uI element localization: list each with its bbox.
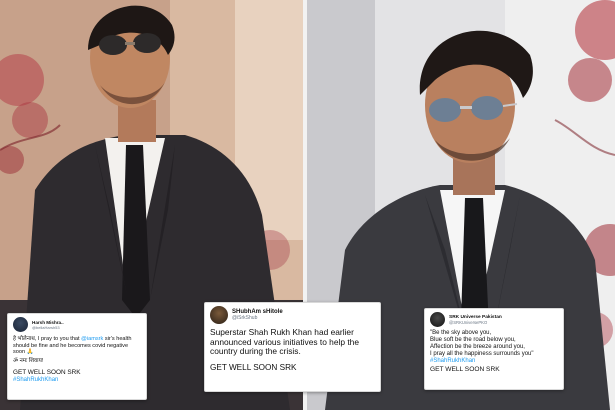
- hashtag-link: #ShahRukhKhan: [430, 358, 476, 365]
- mention-link: @iamsrk: [81, 336, 104, 342]
- tweet-text-line: Affection be the breeze around you,: [430, 344, 525, 351]
- tweet-card: SHubhAm sHitole @iSrkShub Superstar Shah…: [204, 302, 381, 392]
- tweet-text-line: Blue soft be the road below you,: [430, 337, 516, 344]
- hashtag-link: #ShahRukhKhan: [13, 376, 59, 383]
- tweet-author-handle: @iSrkShub: [232, 315, 258, 321]
- tweet-text: Superstar Shah Rukh Khan had earlier ann…: [210, 327, 359, 357]
- tweet-card: Harsh Mishra.. @bellaHarsh53 हे भोलेनाथ,…: [7, 313, 147, 400]
- tweet-closing: GET WELL SOON SRK: [13, 369, 81, 377]
- tweet-body: हे भोलेनाथ, I pray to you that @iamsrk s…: [13, 336, 141, 364]
- tweet-text-line: हे भोलेनाथ, I pray to you that: [13, 336, 80, 342]
- tweet-header: Harsh Mishra.. @bellaHarsh53: [13, 317, 141, 332]
- collage-image: Harsh Mishra.. @bellaHarsh53 हे भोलेनाथ,…: [0, 0, 615, 410]
- tweet-text-line: "Be the sky above you,: [430, 330, 492, 336]
- tweet-author-handle: @SRKUniversePKO: [449, 319, 488, 325]
- tweet-closing: GET WELL SOON SRK: [430, 366, 500, 374]
- tweet-text: हे भोलेनाथ, I pray to you that @iamsrk s…: [13, 336, 141, 356]
- tweet-header: SRK Universe Pakistan @SRKUniversePKO: [430, 312, 558, 327]
- avatar: [13, 317, 28, 332]
- tweet-card: SRK Universe Pakistan @SRKUniversePKO "B…: [424, 308, 564, 390]
- tweet-body: "Be the sky above you, Blue soft be the …: [430, 330, 558, 365]
- tweet-text-line: ॐ नमः शिवाय!: [13, 357, 44, 364]
- avatar: [210, 306, 228, 324]
- tweet-author-handle: @bellaHarsh53: [32, 324, 60, 330]
- tweet-closing: GET WELL SOON SRK: [210, 362, 297, 372]
- tweet-header: SHubhAm sHitole @iSrkShub: [210, 306, 375, 324]
- avatar: [430, 312, 445, 327]
- tweet-text-line: I pray all the happiness surrounds you": [430, 351, 534, 358]
